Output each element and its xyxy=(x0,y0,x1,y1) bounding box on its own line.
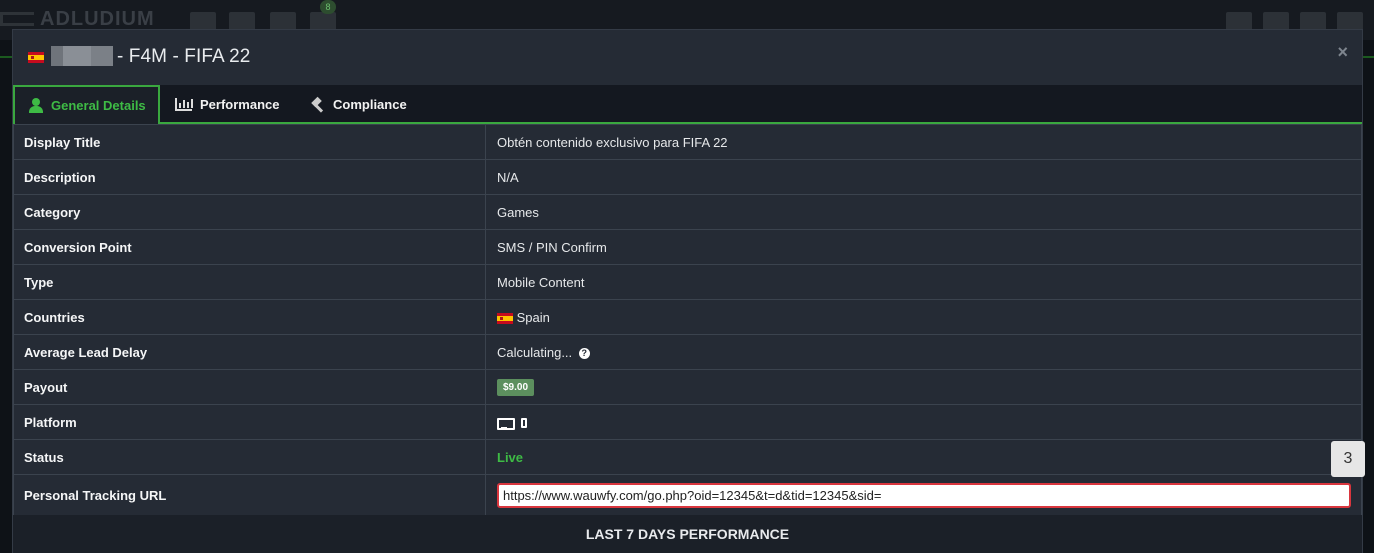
table-row: Category Games xyxy=(13,194,1362,230)
country-name: Spain xyxy=(516,309,550,325)
modal-header: - F4M - FIFA 22 × xyxy=(13,30,1362,85)
row-label: Countries xyxy=(13,299,486,335)
row-label: Average Lead Delay xyxy=(13,334,486,370)
row-value xyxy=(485,404,1362,440)
offer-details-modal: - F4M - FIFA 22 × General Details Perfor… xyxy=(12,29,1363,553)
row-value: Obtén contenido exclusivo para FIFA 22 xyxy=(485,124,1362,160)
table-row: Personal Tracking URL xyxy=(13,474,1362,517)
status-badge: Live xyxy=(497,449,524,465)
desktop-icon xyxy=(497,417,515,430)
tracking-url-input[interactable] xyxy=(497,483,1351,508)
tab-label: Compliance xyxy=(333,97,407,112)
tab-general-details[interactable]: General Details xyxy=(13,85,160,124)
table-row: Status Live xyxy=(13,439,1362,475)
help-icon[interactable]: ? xyxy=(578,347,590,359)
tab-performance[interactable]: Performance xyxy=(175,85,279,124)
row-label: Status xyxy=(13,439,486,475)
row-value: Games xyxy=(485,194,1362,230)
section-heading: LAST 7 DAYS PERFORMANCE xyxy=(13,515,1362,553)
row-label: Platform xyxy=(13,404,486,440)
row-value: N/A xyxy=(485,159,1362,195)
payout-badge: $9.00 xyxy=(497,379,535,396)
row-label: Display Title xyxy=(13,124,486,160)
gavel-icon xyxy=(309,97,325,113)
modal-title: - F4M - FIFA 22 xyxy=(117,46,251,67)
row-value: SMS / PIN Confirm xyxy=(485,229,1362,265)
spain-flag-icon xyxy=(497,312,513,324)
redacted-offer-name xyxy=(51,46,113,66)
row-value: Mobile Content xyxy=(485,264,1362,300)
offer-details-table: Display Title Obtén contenido exclusivo … xyxy=(13,124,1362,517)
table-row: Platform xyxy=(13,404,1362,440)
row-label: Type xyxy=(13,264,486,300)
tab-label: Performance xyxy=(200,97,280,112)
row-value: Spain xyxy=(485,299,1362,335)
table-row: Payout $9.00 xyxy=(13,369,1362,405)
row-value xyxy=(485,474,1362,517)
row-label: Category xyxy=(13,194,486,230)
row-label: Personal Tracking URL xyxy=(13,474,486,517)
row-value: Calculating... ? xyxy=(485,334,1362,370)
mobile-icon xyxy=(520,418,527,429)
notification-badge: 8 xyxy=(320,0,336,14)
close-button[interactable]: × xyxy=(1337,42,1348,63)
tab-label: General Details xyxy=(51,98,146,113)
row-label: Payout xyxy=(13,369,486,405)
spain-flag-icon xyxy=(28,52,44,63)
row-label: Description xyxy=(13,159,486,195)
table-row: Conversion Point SMS / PIN Confirm xyxy=(13,229,1362,265)
row-label: Conversion Point xyxy=(13,229,486,265)
table-row: Countries Spain xyxy=(13,299,1362,335)
row-value: Live xyxy=(485,439,1362,475)
counter-badge: 3 xyxy=(1331,441,1365,477)
tab-bar: General Details Performance Compliance xyxy=(13,85,1362,124)
table-row: Average Lead Delay Calculating... ? xyxy=(13,334,1362,370)
user-icon xyxy=(29,98,43,113)
table-row: Display Title Obtén contenido exclusivo … xyxy=(13,124,1362,160)
table-row: Type Mobile Content xyxy=(13,264,1362,300)
tab-compliance[interactable]: Compliance xyxy=(309,85,407,124)
app-logo[interactable]: ADLUDIUM xyxy=(0,8,154,30)
row-value: $9.00 xyxy=(485,369,1362,405)
lead-delay-value: Calculating... xyxy=(497,344,573,360)
bar-chart-icon xyxy=(175,98,193,111)
table-row: Description N/A xyxy=(13,159,1362,195)
